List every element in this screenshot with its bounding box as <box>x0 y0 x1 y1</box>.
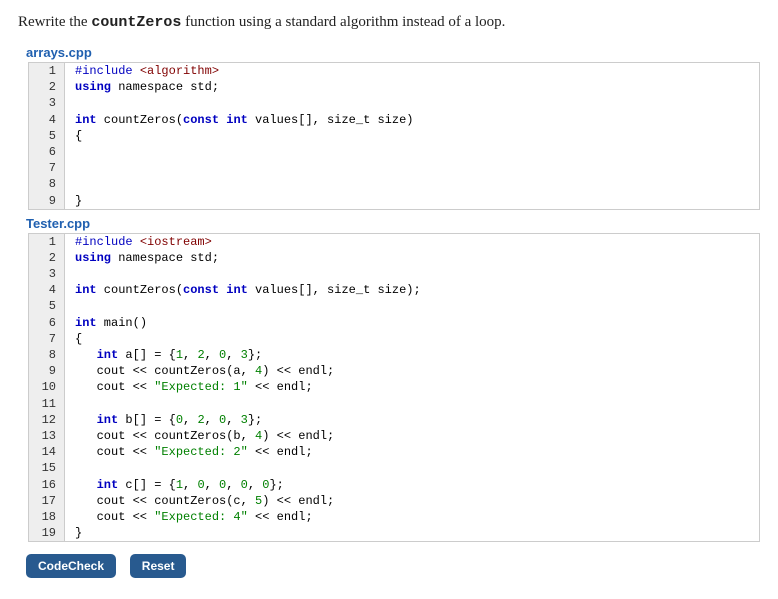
code-content: cout << "Expected: 2" << endl; <box>65 444 313 460</box>
code-line[interactable]: 4int countZeros(const int values[], size… <box>29 112 759 128</box>
line-number: 3 <box>29 266 65 282</box>
code-line: 1#include <iostream> <box>29 234 759 250</box>
line-number: 2 <box>29 79 65 95</box>
line-number: 12 <box>29 412 65 428</box>
code-content[interactable] <box>65 176 82 192</box>
code-line: 14 cout << "Expected: 2" << endl; <box>29 444 759 460</box>
line-number: 4 <box>29 112 65 128</box>
code-line: 9 cout << countZeros(a, 4) << endl; <box>29 363 759 379</box>
line-number: 9 <box>29 193 65 209</box>
filename-tester: Tester.cpp <box>26 216 760 231</box>
code-line: 2using namespace std; <box>29 250 759 266</box>
line-number: 6 <box>29 144 65 160</box>
line-number: 2 <box>29 250 65 266</box>
line-number: 19 <box>29 525 65 541</box>
code-content[interactable]: #include <algorithm> <box>65 63 219 79</box>
line-number: 5 <box>29 298 65 314</box>
code-content: #include <iostream> <box>65 234 212 250</box>
line-number: 8 <box>29 176 65 192</box>
line-number: 7 <box>29 160 65 176</box>
code-content: cout << countZeros(a, 4) << endl; <box>65 363 334 379</box>
line-number: 7 <box>29 331 65 347</box>
code-content[interactable] <box>65 144 82 160</box>
line-number: 8 <box>29 347 65 363</box>
code-line[interactable]: 1#include <algorithm> <box>29 63 759 79</box>
code-viewer-tester: 1#include <iostream>2using namespace std… <box>28 233 760 543</box>
code-line: 15 <box>29 460 759 476</box>
code-content[interactable] <box>65 160 82 176</box>
line-number: 13 <box>29 428 65 444</box>
line-number: 3 <box>29 95 65 111</box>
code-content: cout << "Expected: 4" << endl; <box>65 509 313 525</box>
code-content: cout << countZeros(b, 4) << endl; <box>65 428 334 444</box>
line-number: 14 <box>29 444 65 460</box>
code-content: using namespace std; <box>65 250 219 266</box>
code-line: 16 int c[] = {1, 0, 0, 0, 0}; <box>29 477 759 493</box>
code-content: cout << "Expected: 1" << endl; <box>65 379 313 395</box>
code-line: 3 <box>29 266 759 282</box>
code-content: int b[] = {0, 2, 0, 3}; <box>65 412 262 428</box>
code-line: 19} <box>29 525 759 541</box>
code-content: { <box>65 331 82 347</box>
code-content <box>65 460 82 476</box>
line-number: 15 <box>29 460 65 476</box>
code-line: 6int main() <box>29 315 759 331</box>
code-line[interactable]: 5{ <box>29 128 759 144</box>
code-line: 4int countZeros(const int values[], size… <box>29 282 759 298</box>
code-line: 8 int a[] = {1, 2, 0, 3}; <box>29 347 759 363</box>
instruction-code: countZeros <box>91 14 181 31</box>
code-content: int c[] = {1, 0, 0, 0, 0}; <box>65 477 284 493</box>
instruction-post: function using a standard algorithm inst… <box>181 14 505 30</box>
code-line: 11 <box>29 396 759 412</box>
line-number: 5 <box>29 128 65 144</box>
codecheck-button[interactable]: CodeCheck <box>26 554 116 578</box>
line-number: 16 <box>29 477 65 493</box>
line-number: 9 <box>29 363 65 379</box>
code-content[interactable]: using namespace std; <box>65 79 219 95</box>
code-content[interactable]: { <box>65 128 82 144</box>
code-content: int countZeros(const int values[], size_… <box>65 282 421 298</box>
instruction-text: Rewrite the countZeros function using a … <box>18 14 760 31</box>
code-line[interactable]: 7 <box>29 160 759 176</box>
code-content[interactable]: int countZeros(const int values[], size_… <box>65 112 413 128</box>
line-number: 18 <box>29 509 65 525</box>
code-editor-arrays[interactable]: 1#include <algorithm>2using namespace st… <box>28 62 760 210</box>
code-line: 13 cout << countZeros(b, 4) << endl; <box>29 428 759 444</box>
code-line: 7{ <box>29 331 759 347</box>
code-content: cout << countZeros(c, 5) << endl; <box>65 493 334 509</box>
code-content: int a[] = {1, 2, 0, 3}; <box>65 347 262 363</box>
code-line: 10 cout << "Expected: 1" << endl; <box>29 379 759 395</box>
code-line[interactable]: 2using namespace std; <box>29 79 759 95</box>
code-line[interactable]: 9} <box>29 193 759 209</box>
code-content: int main() <box>65 315 147 331</box>
code-line[interactable]: 8 <box>29 176 759 192</box>
line-number: 11 <box>29 396 65 412</box>
line-number: 10 <box>29 379 65 395</box>
code-content[interactable] <box>65 95 82 111</box>
code-line[interactable]: 3 <box>29 95 759 111</box>
line-number: 1 <box>29 234 65 250</box>
filename-arrays: arrays.cpp <box>26 45 760 60</box>
code-content <box>65 396 82 412</box>
line-number: 4 <box>29 282 65 298</box>
button-bar: CodeCheck Reset <box>26 554 760 578</box>
code-content <box>65 266 82 282</box>
code-line: 18 cout << "Expected: 4" << endl; <box>29 509 759 525</box>
line-number: 1 <box>29 63 65 79</box>
line-number: 17 <box>29 493 65 509</box>
line-number: 6 <box>29 315 65 331</box>
instruction-pre: Rewrite the <box>18 14 91 30</box>
code-line: 12 int b[] = {0, 2, 0, 3}; <box>29 412 759 428</box>
reset-button[interactable]: Reset <box>130 554 187 578</box>
code-content <box>65 298 82 314</box>
code-line: 5 <box>29 298 759 314</box>
code-line[interactable]: 6 <box>29 144 759 160</box>
code-content: } <box>65 525 82 541</box>
code-line: 17 cout << countZeros(c, 5) << endl; <box>29 493 759 509</box>
code-content[interactable]: } <box>65 193 82 209</box>
